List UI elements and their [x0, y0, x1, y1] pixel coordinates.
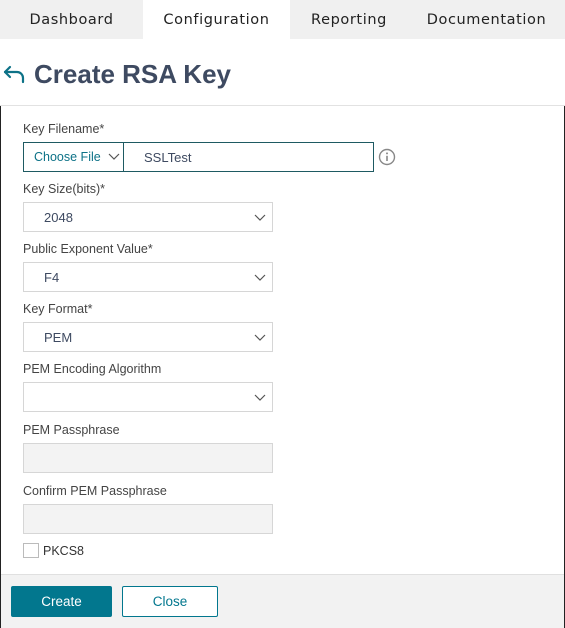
key-size-label: Key Size(bits)* — [23, 182, 105, 196]
pem-passphrase-label: PEM Passphrase — [23, 423, 120, 437]
pkcs8-label: PKCS8 — [43, 544, 84, 558]
key-filename-group: Choose File — [23, 142, 374, 172]
choose-file-dropdown[interactable]: Choose File — [24, 143, 124, 171]
choose-file-label: Choose File — [34, 150, 101, 164]
key-size-select[interactable]: 2048 — [23, 202, 273, 232]
page-title: Create RSA Key — [34, 59, 232, 89]
tab-dashboard[interactable]: Dashboard — [0, 0, 143, 39]
confirm-pem-passphrase-input[interactable] — [23, 504, 273, 534]
pem-encoding-select[interactable] — [23, 382, 273, 412]
key-format-value: PEM — [44, 330, 73, 345]
pkcs8-checkbox[interactable] — [23, 543, 39, 558]
key-filename-input[interactable] — [124, 143, 373, 171]
chevron-down-icon — [254, 334, 266, 341]
public-exponent-value: F4 — [44, 270, 60, 285]
dialog-footer: Create Close — [1, 574, 564, 628]
key-format-label: Key Format* — [23, 302, 93, 316]
chevron-down-icon — [254, 274, 266, 281]
key-format-select[interactable]: PEM — [23, 322, 273, 352]
tab-configuration[interactable]: Configuration — [143, 0, 290, 39]
top-nav-tabs: Dashboard Configuration Reporting Docume… — [0, 0, 565, 39]
pem-passphrase-input[interactable] — [23, 443, 273, 473]
back-arrow-icon[interactable] — [2, 63, 26, 85]
confirm-pem-passphrase-label: Confirm PEM Passphrase — [23, 484, 167, 498]
chevron-down-icon — [254, 394, 266, 401]
chevron-down-icon — [254, 214, 266, 221]
chevron-down-icon — [108, 153, 120, 160]
public-exponent-select[interactable]: F4 — [23, 262, 273, 292]
page-header: Create RSA Key — [0, 39, 565, 106]
close-button[interactable]: Close — [122, 586, 218, 617]
info-circle-icon[interactable] — [378, 148, 396, 166]
tab-documentation[interactable]: Documentation — [408, 0, 565, 39]
key-filename-label: Key Filename* — [23, 122, 105, 136]
pem-encoding-label: PEM Encoding Algorithm — [23, 362, 162, 376]
create-button[interactable]: Create — [11, 586, 112, 617]
key-size-value: 2048 — [44, 210, 73, 225]
public-exponent-label: Public Exponent Value* — [23, 242, 153, 256]
tab-reporting[interactable]: Reporting — [290, 0, 408, 39]
